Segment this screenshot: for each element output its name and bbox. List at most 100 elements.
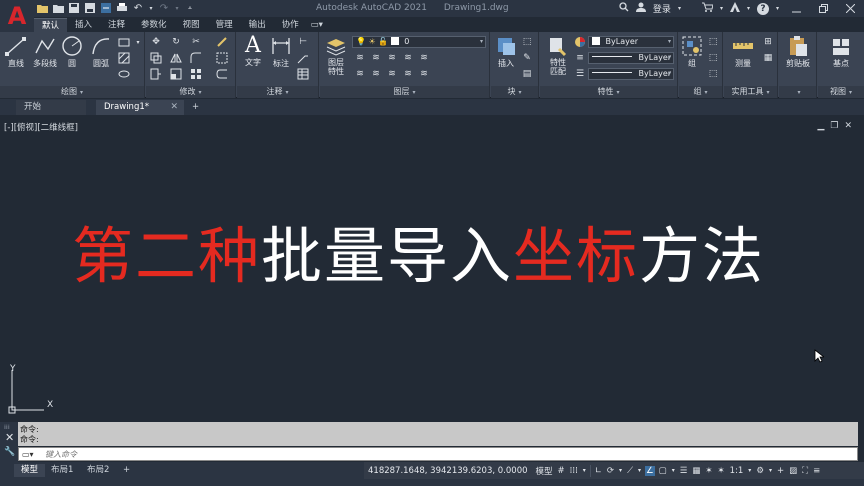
color-wheel-icon[interactable] bbox=[574, 36, 586, 48]
tab-manage[interactable]: 管理 bbox=[208, 18, 241, 32]
lineweight-dropdown[interactable]: ByLayer ▾ bbox=[588, 52, 674, 64]
login-label[interactable]: 登录 bbox=[653, 2, 671, 15]
autodesk-app-icon[interactable] bbox=[729, 2, 740, 15]
insert-tool[interactable]: 插入 bbox=[493, 35, 519, 69]
annotation-scale-label[interactable]: 1:1 bbox=[729, 466, 745, 476]
annotation-panel-title[interactable]: 注释 ▾ bbox=[237, 86, 318, 98]
group-tool[interactable]: 组 bbox=[681, 35, 703, 69]
command-input[interactable] bbox=[45, 449, 845, 460]
lineweight-toggle-icon[interactable]: ☰ bbox=[679, 466, 689, 476]
undo-dropdown-icon[interactable]: ▾ bbox=[148, 2, 154, 14]
color-dropdown[interactable]: ByLayer ▾ bbox=[588, 36, 674, 48]
minimize-button[interactable] bbox=[786, 0, 806, 17]
arc-tool[interactable]: 圆弧 bbox=[88, 35, 114, 69]
annotation-visibility-icon[interactable]: ✶ bbox=[704, 466, 713, 476]
viewport-restore-icon[interactable]: ❐ bbox=[830, 121, 838, 131]
command-window-handle[interactable]: ⁞⁞⁞ ✕ 🔧 bbox=[0, 422, 18, 462]
linetype-icon[interactable]: ☰ bbox=[574, 68, 586, 80]
redo-dropdown-icon[interactable]: ▾ bbox=[174, 2, 180, 14]
group-select-icon[interactable]: ⬚ bbox=[707, 68, 719, 80]
plot-icon[interactable] bbox=[116, 2, 128, 14]
help-dropdown-icon[interactable]: ▾ bbox=[776, 5, 779, 12]
rotate-icon[interactable]: ↻ bbox=[170, 36, 182, 48]
groups-panel-title[interactable]: 组 ▾ bbox=[679, 86, 722, 98]
login-dropdown-icon[interactable]: ▾ bbox=[678, 5, 681, 12]
object-snap-tracking-icon[interactable]: ∠ bbox=[645, 465, 655, 476]
group-edit-icon[interactable]: ⬚ bbox=[707, 52, 719, 64]
ortho-icon[interactable]: ∟ bbox=[594, 466, 603, 476]
view-panel-title[interactable]: 视图 ▾ bbox=[818, 86, 864, 98]
draw-panel-title[interactable]: 绘图 ▾ bbox=[0, 86, 144, 98]
open-folder-icon[interactable] bbox=[36, 2, 48, 14]
coordinate-readout[interactable]: 418287.1648, 3942139.6203, 0.0000 bbox=[368, 466, 528, 476]
polar-icon[interactable]: ⟳ bbox=[606, 466, 615, 476]
layer-thaw-icon[interactable]: ≋ bbox=[386, 68, 398, 80]
new-layout-button[interactable]: + bbox=[116, 464, 137, 477]
snap-icon[interactable]: ⁞⁞⁞ bbox=[569, 466, 579, 476]
modify-panel-title[interactable]: 修改 ▾ bbox=[146, 86, 235, 98]
offset-icon[interactable] bbox=[216, 68, 228, 80]
explode-icon[interactable] bbox=[216, 52, 228, 64]
tab-home[interactable]: 默认 bbox=[34, 18, 68, 32]
clipboard-panel-title[interactable]: ▾ bbox=[779, 86, 816, 98]
scale-icon[interactable] bbox=[170, 68, 182, 80]
linetype-dropdown[interactable]: ByLayer ▾ bbox=[588, 68, 674, 80]
drawing-area[interactable]: [-][俯视][二维线框] ▁ ❐ ✕ 第二种批量导入坐标方法 Y X bbox=[0, 116, 864, 421]
move-icon[interactable]: ✥ bbox=[150, 36, 162, 48]
trim-icon[interactable]: ✂ bbox=[190, 36, 202, 48]
table-icon[interactable] bbox=[297, 68, 309, 80]
snap-dropdown-icon[interactable]: ▾ bbox=[582, 467, 587, 474]
layer-properties-tool[interactable]: 图层 特性 bbox=[324, 35, 348, 76]
save-icon[interactable] bbox=[68, 2, 80, 14]
layer-freeze-icon[interactable]: ≋ bbox=[386, 52, 398, 64]
layer-dropdown[interactable]: 💡 ☀ 🔓 0 ▾ bbox=[352, 36, 486, 48]
auto-scale-icon[interactable]: ✶ bbox=[716, 466, 725, 476]
layer-unlock-icon[interactable]: ≋ bbox=[402, 68, 414, 80]
tab-output[interactable]: 输出 bbox=[241, 18, 274, 32]
viewport-minimize-icon[interactable]: ▁ bbox=[817, 121, 824, 131]
restore-button[interactable] bbox=[813, 0, 833, 17]
cart-icon[interactable] bbox=[701, 2, 714, 15]
ribbon-more-icon[interactable]: ▭▾ bbox=[307, 18, 327, 32]
array-icon[interactable] bbox=[190, 68, 202, 80]
stretch-icon[interactable] bbox=[150, 68, 162, 80]
search-icon[interactable] bbox=[619, 2, 629, 15]
transparency-icon[interactable]: ▦ bbox=[691, 466, 701, 476]
edit-block-icon[interactable]: ✎ bbox=[521, 52, 533, 64]
new-tab-button[interactable]: + bbox=[188, 100, 203, 115]
viewport-close-icon[interactable]: ✕ bbox=[844, 121, 852, 131]
properties-panel-title[interactable]: 特性 ▾ bbox=[540, 86, 677, 98]
utilities-panel-title[interactable]: 实用工具 ▾ bbox=[724, 86, 777, 98]
create-block-icon[interactable]: ⬚ bbox=[521, 36, 533, 48]
tab-drawing1[interactable]: Drawing1* ✕ bbox=[96, 100, 184, 115]
isodraft-icon[interactable]: ⟋ bbox=[626, 466, 634, 476]
linear-dim-icon[interactable]: ⊢ bbox=[297, 36, 309, 48]
layer-iso-icon[interactable]: ≋ bbox=[354, 52, 366, 64]
close-window-button[interactable] bbox=[840, 0, 860, 17]
erase-icon[interactable] bbox=[216, 36, 228, 48]
quick-select-icon[interactable]: ⊞ bbox=[762, 36, 774, 48]
block-panel-title[interactable]: 块 ▾ bbox=[491, 86, 538, 98]
text-tool[interactable]: A 文字 bbox=[241, 33, 265, 68]
tab-start[interactable]: 开始 bbox=[16, 100, 86, 115]
layer-current-icon[interactable]: ≋ bbox=[354, 68, 366, 80]
tab-view[interactable]: 视图 bbox=[175, 18, 208, 32]
application-menu-button[interactable]: A bbox=[0, 0, 34, 32]
command-prompt-icon[interactable]: ▭▾ bbox=[22, 450, 34, 459]
layout-tab-layout1[interactable]: 布局1 bbox=[44, 464, 80, 477]
customize-command-icon[interactable]: 🔧 bbox=[4, 447, 15, 457]
ungroup-icon[interactable]: ⬚ bbox=[707, 36, 719, 48]
hatch-icon[interactable] bbox=[118, 52, 130, 64]
leader-icon[interactable] bbox=[297, 52, 309, 64]
layers-panel-title[interactable]: 图层 ▾ bbox=[320, 86, 489, 98]
layer-lock-icon[interactable]: ≋ bbox=[402, 52, 414, 64]
calculator-icon[interactable]: ▦ bbox=[762, 52, 774, 64]
grid-icon[interactable]: # bbox=[557, 466, 566, 476]
dimension-tool[interactable]: 标注 bbox=[269, 35, 293, 69]
line-tool[interactable]: 直线 bbox=[4, 35, 28, 69]
polar-dropdown-icon[interactable]: ▾ bbox=[618, 467, 623, 474]
rectangle-icon[interactable] bbox=[118, 36, 130, 48]
tab-collaborate[interactable]: 协作 bbox=[274, 18, 307, 32]
circle-tool[interactable]: 圆 bbox=[61, 35, 83, 69]
fullscreen-icon[interactable]: ⛶ bbox=[801, 466, 809, 476]
